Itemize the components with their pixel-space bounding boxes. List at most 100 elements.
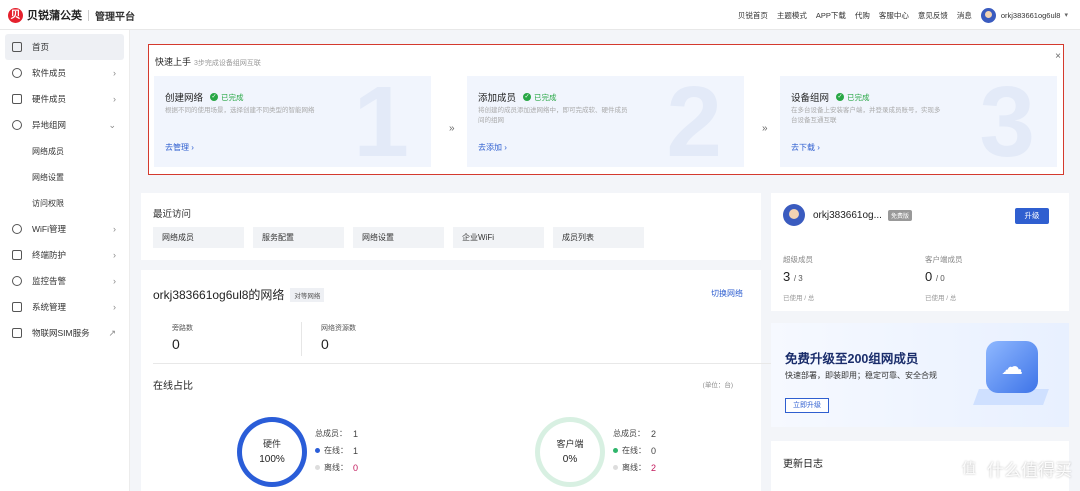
status-badge-label: 已完成 xyxy=(847,92,870,102)
nav-link-home[interactable]: 贝锐首页 xyxy=(738,10,768,21)
sidebar-item-wifi[interactable]: WiFi管理 › xyxy=(0,216,129,242)
double-chevron-right-icon: » xyxy=(449,123,455,134)
step-number: 3 xyxy=(979,76,1035,167)
stat-total: / 0 xyxy=(935,274,945,283)
nav-link-support[interactable]: 客服中心 xyxy=(879,10,909,21)
step-number: 1 xyxy=(353,76,409,167)
sidebar-item-label: 异地组网 xyxy=(32,120,67,130)
hardware-icon xyxy=(12,94,22,104)
close-icon[interactable]: × xyxy=(1055,51,1061,62)
step-card-device-network: 3 设备组网 ✓ 已完成 在多台设备上安装客户端，并登录成员账号，实现多台设备互通… xyxy=(780,76,1057,167)
user-icon xyxy=(12,68,22,78)
step-title-text: 添加成员 xyxy=(478,93,517,104)
network-icon xyxy=(12,120,22,130)
sidebar-item-access-control[interactable]: 访问权限 xyxy=(0,190,129,216)
sidebar-item-network-members[interactable]: 网络成员 xyxy=(0,138,129,164)
stat-used: 0 xyxy=(925,269,933,284)
status-badge-label: 已完成 xyxy=(534,92,557,102)
account-card: orkj383661og... 免费版 升级 超级成员 3 / 3 已使用 / … xyxy=(771,193,1069,311)
step-description: 在多台设备上安装客户端，并登录成员账号，实现多台设备互通互联 xyxy=(791,107,941,124)
sidebar-item-label: 软件成员 xyxy=(32,68,67,78)
step-title-text: 设备组网 xyxy=(791,93,830,104)
legend-total-value: 2 xyxy=(651,428,657,439)
recent-visits-card: 最近访问 网络成员 服务配置 网络设置 企业WiFi 成员列表 xyxy=(141,193,761,260)
avatar[interactable] xyxy=(980,7,996,23)
upgrade-now-button[interactable]: 立即升级 xyxy=(785,398,829,413)
watermark: 值 什么值得买 xyxy=(956,455,1072,481)
nav-link-purchase[interactable]: 代购 xyxy=(855,10,870,21)
stat-label-client-members: 客户端成员 xyxy=(925,255,963,264)
step-link-manage[interactable]: 去管理 › xyxy=(165,142,194,153)
upgrade-promo-banner: 免费升级至200组网成员 快速部署，即装即用；稳定可靠、安全合规 立即升级 ☁ xyxy=(771,323,1069,427)
recent-chip-network-settings[interactable]: 网络设置 xyxy=(353,227,444,248)
logo-icon: 贝 xyxy=(8,7,23,23)
stat-label-resources: 网络资源数 xyxy=(321,325,356,332)
stat-value-resources: 0 xyxy=(321,336,329,352)
recent-chip-enterprise-wifi[interactable]: 企业WiFi xyxy=(453,227,544,248)
double-chevron-right-icon: » xyxy=(762,123,768,134)
step-title: 创建网络 ✓ 已完成 xyxy=(165,90,244,105)
watermark-text: 什么值得买 xyxy=(987,460,1072,480)
sidebar-item-software-members[interactable]: 软件成员 › xyxy=(0,60,129,86)
brand-logo[interactable]: 贝 贝锐蒲公英 管理平台 xyxy=(8,7,135,23)
stat-value-bypass: 0 xyxy=(172,336,180,352)
step-title: 添加成员 ✓ 已完成 xyxy=(478,90,557,105)
chevron-right-icon: › xyxy=(113,302,116,312)
recent-chip-member-list[interactable]: 成员列表 xyxy=(553,227,644,248)
step-description: 根据不同的使用场景，选择创建不同类型的智能网络 xyxy=(165,107,315,114)
legend-total-label: 总成员： xyxy=(315,429,347,438)
step-title: 设备组网 ✓ 已完成 xyxy=(791,90,870,105)
chevron-right-icon: › xyxy=(113,276,116,286)
legend-online-label: 在线： xyxy=(622,446,646,455)
legend-offline-value: 2 xyxy=(651,462,657,473)
sidebar-item-hardware-members[interactable]: 硬件成员 › xyxy=(0,86,129,112)
sim-card-icon xyxy=(12,328,22,338)
sidebar-item-label: 终端防护 xyxy=(32,250,67,260)
sidebar-item-home[interactable]: 首页 xyxy=(5,34,124,60)
step-description: 将创建的成员添加进网络中，即可完成软、硬件成员间的组网 xyxy=(478,107,628,124)
stat-label-bypass: 旁路数 xyxy=(172,325,193,332)
legend-offline-label: 离线： xyxy=(324,463,348,472)
offline-dot-icon xyxy=(613,465,618,470)
recent-visits-title: 最近访问 xyxy=(153,209,192,220)
chevron-down-icon[interactable]: ▾ xyxy=(1064,11,1068,19)
chevron-right-icon: › xyxy=(113,94,116,104)
sidebar-item-monitoring[interactable]: 监控告警 › xyxy=(0,268,129,294)
nav-link-messages[interactable]: 消息 xyxy=(957,10,972,21)
sidebar-item-iot-sim[interactable]: 物联网SIM服务 ↗ xyxy=(0,320,129,346)
sidebar-item-label: 监控告警 xyxy=(32,276,67,286)
sidebar-item-network-settings[interactable]: 网络设置 xyxy=(0,164,129,190)
online-ratio-title: 在线占比 xyxy=(153,381,193,392)
status-badge: ✓ 已完成 xyxy=(523,92,557,103)
sidebar-item-remote-network[interactable]: 异地组网 ⌄ xyxy=(0,112,129,138)
external-link-icon: ↗ xyxy=(108,327,116,338)
nav-link-feedback[interactable]: 意见反馈 xyxy=(918,10,948,21)
recent-chip-network-members[interactable]: 网络成员 xyxy=(153,227,244,248)
network-type-badge: 对等网络 xyxy=(290,287,325,302)
sidebar-item-terminal-protection[interactable]: 终端防护 › xyxy=(0,242,129,268)
switch-network-link[interactable]: 切换网络 xyxy=(711,288,743,299)
watermark-icon: 值 xyxy=(956,455,982,481)
ring-inner xyxy=(540,422,600,482)
step-link-add[interactable]: 去添加 › xyxy=(478,142,507,153)
online-dot-icon xyxy=(613,448,618,453)
step-link-download[interactable]: 去下载 › xyxy=(791,142,820,153)
step-link-label: 去下载 xyxy=(791,143,815,152)
client-legend: 总成员： 2 在线： 0 离线： 2 xyxy=(613,425,656,476)
upgrade-button[interactable]: 升级 xyxy=(1015,208,1049,224)
legend-online-label: 在线： xyxy=(324,446,348,455)
promo-title: 免费升级至200组网成员 xyxy=(785,352,919,366)
check-icon: ✓ xyxy=(210,93,219,101)
stat-value-client-members: 0 / 0 xyxy=(925,269,945,284)
recent-chip-service-config[interactable]: 服务配置 xyxy=(253,227,344,248)
nav-link-theme[interactable]: 主题模式 xyxy=(777,10,807,21)
quick-start-panel: 快速上手 3步完成设备组网互联 × 1 创建网络 ✓ 已完成 根据不同的使用场景，选… xyxy=(148,44,1064,175)
user-name[interactable]: orkj383661og6ul8 xyxy=(1001,11,1061,20)
nav-link-app-download[interactable]: APP下载 xyxy=(816,10,846,21)
brand-name: 贝锐蒲公英 xyxy=(27,10,82,22)
status-badge: ✓ 已完成 xyxy=(210,92,244,103)
promo-subtitle: 快速部署，即装即用；稳定可靠、安全合规 xyxy=(785,371,937,380)
plan-badge: 免费版 xyxy=(888,210,913,221)
sidebar-item-system[interactable]: 系统管理 › xyxy=(0,294,129,320)
ring-percent: 0% xyxy=(562,454,578,465)
